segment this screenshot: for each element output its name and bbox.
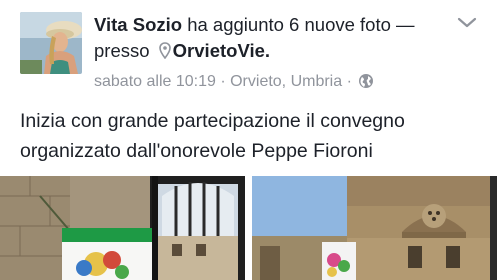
post-action: ha aggiunto 6 nuove foto: [187, 14, 391, 35]
post-photo[interactable]: [252, 176, 497, 280]
avatar-photo: [20, 12, 82, 74]
post-photo[interactable]: [0, 176, 245, 280]
post-meta: sabato alle 10:19 · Orvieto, Umbria ·: [94, 70, 374, 97]
author-name[interactable]: Vita Sozio: [94, 14, 182, 35]
globe-icon[interactable]: [358, 73, 374, 97]
post-message: Inizia con grande partecipazione il conv…: [20, 106, 490, 166]
post-location[interactable]: Orvieto, Umbria: [230, 73, 342, 90]
facebook-post: Vita Sozio ha aggiunto 6 nuove foto — pr…: [0, 0, 497, 280]
photo-image: [0, 176, 245, 280]
place-link[interactable]: OrvietoVie.: [173, 40, 270, 61]
map-pin-icon: [158, 40, 171, 66]
meta-dot: ·: [220, 73, 226, 90]
post-timestamp[interactable]: sabato alle 10:19: [94, 73, 216, 90]
photo-image: [252, 176, 497, 280]
avatar[interactable]: [20, 12, 82, 74]
photo-gap: [245, 176, 252, 280]
message-line: organizzato dall'onorevole Peppe Fioroni: [20, 140, 373, 162]
meta-dot: ·: [346, 73, 352, 90]
message-line: Inizia con grande partecipazione il conv…: [20, 110, 405, 132]
post-header: Vita Sozio ha aggiunto 6 nuove foto — pr…: [94, 12, 454, 66]
chevron-down-icon[interactable]: [456, 14, 478, 32]
